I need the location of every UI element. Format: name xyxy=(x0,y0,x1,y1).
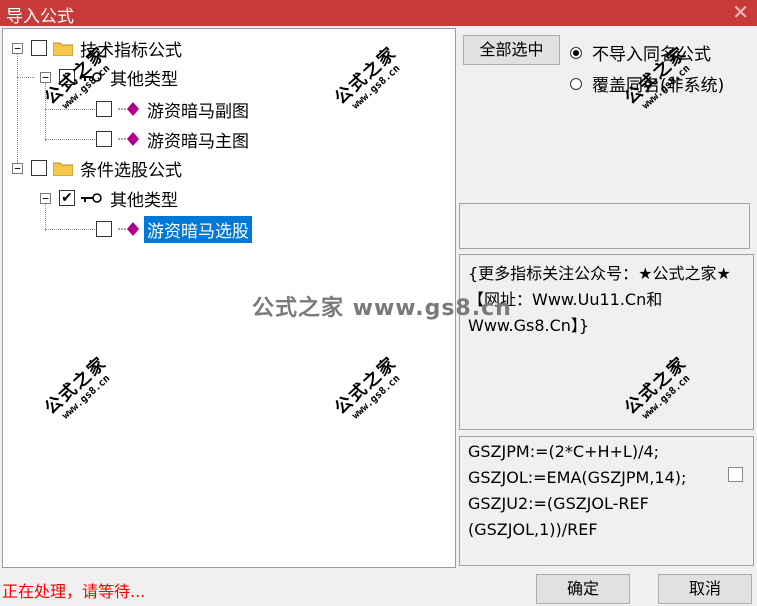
tree-node-formula-main[interactable]: 游资暗马主图 xyxy=(94,125,252,153)
node-checkbox-checked[interactable]: ✔ xyxy=(59,190,75,206)
tree-node-label: 其他类型 xyxy=(110,69,178,90)
formula-code-box[interactable]: GSZJPM:=(2*C+H+L)/4; GSZJOL:=EMA(GSZJPM,… xyxy=(459,436,754,566)
tree-node-formula-select[interactable]: 游资暗马选股 xyxy=(94,215,252,243)
key-icon xyxy=(81,193,102,203)
tree-node-label: 条件选股公式 xyxy=(80,160,182,181)
gem-icon xyxy=(118,222,139,236)
code-line: GSZJPM:=(2*C+H+L)/4; xyxy=(468,442,660,461)
tree-node-label-selected: 游资暗马选股 xyxy=(144,215,252,243)
node-checkbox[interactable] xyxy=(96,101,112,117)
gem-icon xyxy=(118,132,139,146)
tree-node-label: 其他类型 xyxy=(110,190,178,211)
title-bar: 导入公式 ✕ xyxy=(0,0,757,27)
watermark-center: 公式之家 www.gs8.cn xyxy=(252,296,512,321)
empty-info-box xyxy=(459,203,750,249)
collapse-icon[interactable]: − xyxy=(12,162,23,174)
tree-node-label: 游资暗马副图 xyxy=(147,101,249,122)
select-all-button[interactable]: 全部选中 xyxy=(463,35,560,65)
cancel-button[interactable]: 取消 xyxy=(658,574,752,604)
node-checkbox[interactable] xyxy=(96,131,112,147)
status-text: 正在处理，请等待... xyxy=(2,582,146,601)
radio-selected-icon[interactable] xyxy=(570,46,582,59)
collapse-icon[interactable]: − xyxy=(40,192,51,204)
node-checkbox[interactable] xyxy=(31,40,47,56)
radio-icon[interactable] xyxy=(570,77,582,90)
code-line: (GSZJOL,1))/REF xyxy=(468,520,598,539)
tree-node-formula-sub[interactable]: 游资暗马副图 xyxy=(94,95,252,123)
window-title: 导入公式 xyxy=(6,7,74,27)
ok-button[interactable]: 确定 xyxy=(536,574,630,604)
folder-icon xyxy=(53,42,73,56)
code-line: GSZJOL:=EMA(GSZJPM,14); xyxy=(468,468,687,487)
gem-icon xyxy=(118,102,139,116)
description-box: {更多指标关注公众号：★公式之家★ 【网址：Www.Uu11.Cn和Www.Gs… xyxy=(459,254,754,430)
code-line: GSZJU2:=(GSZJOL-REF xyxy=(468,494,649,513)
node-checkbox[interactable] xyxy=(31,160,47,176)
close-icon[interactable]: ✕ xyxy=(732,0,749,24)
tree-node-stock-selection[interactable]: − 条件选股公式 xyxy=(12,154,185,182)
tree-node-label: 游资暗马主图 xyxy=(147,131,249,152)
folder-icon xyxy=(53,162,73,176)
code-box-checkbox[interactable] xyxy=(728,467,743,482)
collapse-icon[interactable]: − xyxy=(12,42,23,54)
tree-node-other-types-2[interactable]: − ✔ 其他类型 xyxy=(40,184,181,212)
node-checkbox[interactable] xyxy=(96,221,112,237)
